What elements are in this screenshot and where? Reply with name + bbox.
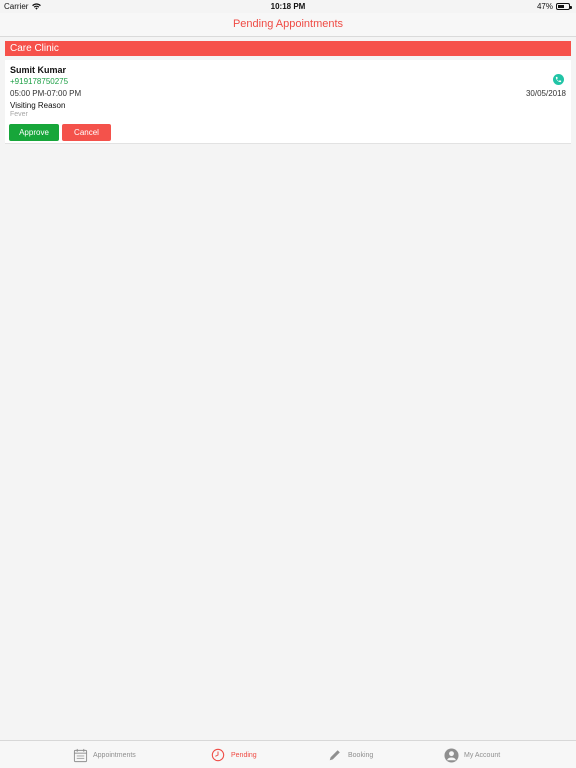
nav-bar: Pending Appointments [0,13,576,37]
phone-icon [555,76,562,83]
tab-bar: Appointments Pending Booking My Account [0,740,576,768]
battery-icon [556,3,572,10]
tab-booking[interactable]: Booking [327,746,373,764]
patient-phone[interactable]: +919178750275 [10,77,68,86]
tab-label-booking: Booking [348,751,374,759]
approve-button[interactable]: Approve [9,124,59,141]
time-slot: 05:00 PM-07:00 PM [10,89,82,98]
visit-reason-value: Fever [10,111,28,118]
tab-pending[interactable]: Pending [210,746,257,764]
patient-name: Sumit Kumar [10,65,67,75]
page-title: Pending Appointments [232,18,344,30]
tab-my-account[interactable]: My Account [443,746,500,764]
clinic-header: Care Clinic [5,41,571,56]
call-button[interactable] [553,74,564,85]
tab-label-my-account: My Account [464,751,501,759]
appointment-date: 30/05/2018 [525,89,566,98]
battery-percent: 47% [536,2,553,11]
calendar-icon [72,747,88,763]
tab-appointments[interactable]: Appointments [72,746,136,764]
user-icon [443,747,459,763]
tab-label-pending: Pending [231,751,257,759]
pencil-icon [327,747,343,763]
cancel-button[interactable]: Cancel [62,124,111,141]
status-right: 47% [536,2,572,11]
visit-reason-label: Visiting Reason [10,101,66,110]
status-bar: Carrier 10:18 PM 47% [0,0,576,13]
appointment-card: Sumit Kumar +919178750275 05:00 PM-07:00… [5,60,571,144]
tab-label-appointments: Appointments [93,751,136,759]
clock-icon [210,747,226,763]
status-time: 10:18 PM [270,2,306,11]
